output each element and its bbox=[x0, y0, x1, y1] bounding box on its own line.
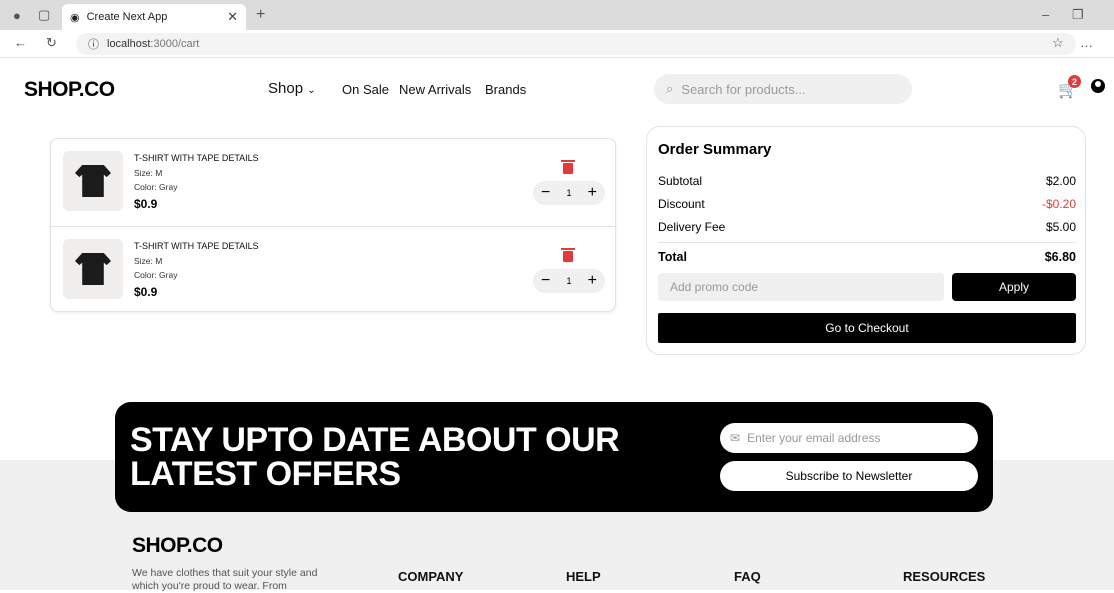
footer-heading-resources: RESOURCES bbox=[903, 569, 986, 584]
checkout-button[interactable]: Go to Checkout bbox=[658, 313, 1076, 343]
footer-heading-help: HELP bbox=[566, 569, 601, 584]
tab-actions-icon[interactable]: ▢ bbox=[38, 7, 50, 23]
url-host: localhost bbox=[107, 38, 151, 50]
quantity-stepper: − 1 + bbox=[533, 269, 605, 293]
decrease-button[interactable]: − bbox=[541, 184, 550, 202]
email-placeholder: Enter your email address bbox=[747, 431, 881, 445]
site-header: SHOP.CO Shop ⌄ On Sale New Arrivals Bran… bbox=[0, 58, 1114, 120]
increase-button[interactable]: + bbox=[588, 184, 597, 202]
nav-on-sale[interactable]: On Sale bbox=[342, 82, 389, 97]
discount-row: Discount -$0.20 bbox=[658, 197, 1076, 211]
info-icon[interactable]: ⓘ bbox=[88, 36, 99, 52]
apply-button[interactable]: Apply bbox=[952, 273, 1076, 301]
browser-toolbar: ← ↻ ⓘ localhost:3000/cart ☆ … bbox=[0, 30, 1114, 58]
decrease-button[interactable]: − bbox=[541, 272, 550, 290]
address-bar[interactable]: ⓘ localhost:3000/cart bbox=[76, 33, 1076, 55]
footer-logo[interactable]: SHOP.CO bbox=[132, 534, 223, 558]
refresh-icon[interactable]: ↻ bbox=[46, 35, 57, 51]
restore-icon[interactable]: ❐ bbox=[1072, 7, 1084, 23]
discount-value: -$0.20 bbox=[1041, 197, 1076, 211]
minimize-icon[interactable]: – bbox=[1042, 7, 1049, 22]
delivery-label: Delivery Fee bbox=[658, 220, 726, 234]
subtotal-value: $2.00 bbox=[1045, 174, 1076, 188]
tab-favicon-icon: ◉ bbox=[70, 11, 80, 24]
discount-label: Discount bbox=[658, 197, 705, 211]
order-summary: Order Summary Subtotal $2.00 Discount -$… bbox=[646, 126, 1086, 355]
total-value: $6.80 bbox=[1044, 250, 1076, 264]
chevron-down-icon: ⌄ bbox=[307, 85, 316, 96]
delivery-row: Delivery Fee $5.00 bbox=[658, 220, 1076, 234]
promo-code-input[interactable]: Add promo code bbox=[658, 273, 944, 301]
favorites-icon[interactable]: ☆ bbox=[1052, 35, 1064, 51]
newsletter-banner: STAY UPTO DATE ABOUT OUR LATEST OFFERS ✉… bbox=[115, 402, 993, 512]
increase-button[interactable]: + bbox=[588, 272, 597, 290]
footer-heading-company: COMPANY bbox=[398, 569, 464, 584]
search-input[interactable]: ⌕ Search for products... bbox=[654, 74, 912, 104]
quantity-value: 1 bbox=[566, 188, 572, 198]
summary-divider bbox=[658, 242, 1076, 243]
search-placeholder: Search for products... bbox=[681, 81, 806, 97]
newsletter-title: STAY UPTO DATE ABOUT OUR LATEST OFFERS bbox=[130, 421, 620, 493]
footer-description: We have clothes that suit your style and… bbox=[132, 567, 318, 592]
product-price: $0.9 bbox=[134, 197, 158, 211]
total-label: Total bbox=[658, 250, 687, 264]
subscribe-button[interactable]: Subscribe to Newsletter bbox=[720, 461, 978, 491]
trash-icon[interactable] bbox=[561, 160, 575, 174]
nav-brands[interactable]: Brands bbox=[485, 82, 526, 97]
cart-count-badge: 2 bbox=[1068, 75, 1081, 88]
subtotal-label: Subtotal bbox=[658, 174, 703, 188]
browser-tab-strip: ● ▢ ◉ Create Next App ✕ + – ❐ bbox=[0, 0, 1114, 30]
more-icon[interactable]: … bbox=[1080, 35, 1093, 50]
trash-icon[interactable] bbox=[561, 248, 575, 262]
product-price: $0.9 bbox=[134, 285, 158, 299]
product-name[interactable]: T-SHIRT WITH TAPE DETAILS bbox=[134, 241, 259, 251]
cart-item: T-SHIRT WITH TAPE DETAILS Size: M Color:… bbox=[51, 139, 617, 226]
new-tab-icon[interactable]: + bbox=[256, 6, 265, 24]
quantity-stepper: − 1 + bbox=[533, 181, 605, 205]
cart-items-list: T-SHIRT WITH TAPE DETAILS Size: M Color:… bbox=[50, 138, 617, 313]
user-account-icon[interactable] bbox=[1091, 79, 1105, 93]
product-image[interactable] bbox=[63, 239, 123, 299]
cart-item: T-SHIRT WITH TAPE DETAILS Size: M Color:… bbox=[51, 226, 617, 313]
search-icon: ⌕ bbox=[666, 81, 674, 96]
product-size: Size: M bbox=[134, 256, 163, 266]
browser-tab[interactable]: ◉ Create Next App ✕ bbox=[62, 4, 246, 30]
tab-title: Create Next App bbox=[86, 11, 168, 23]
product-name[interactable]: T-SHIRT WITH TAPE DETAILS bbox=[134, 153, 259, 163]
back-icon[interactable]: ← bbox=[14, 35, 27, 50]
total-row: Total $6.80 bbox=[658, 250, 1076, 264]
nav-shop[interactable]: Shop ⌄ bbox=[268, 80, 316, 97]
tshirt-icon bbox=[75, 165, 111, 197]
tshirt-icon bbox=[75, 253, 111, 285]
subtotal-row: Subtotal $2.00 bbox=[658, 174, 1076, 188]
order-summary-title: Order Summary bbox=[658, 141, 772, 158]
product-color: Color: Gray bbox=[134, 182, 178, 192]
product-color: Color: Gray bbox=[134, 270, 178, 280]
tab-close-icon[interactable]: ✕ bbox=[227, 9, 238, 25]
profile-icon[interactable]: ● bbox=[13, 8, 21, 23]
url-path: :3000/cart bbox=[150, 38, 200, 50]
product-image[interactable] bbox=[63, 151, 123, 211]
delivery-value: $5.00 bbox=[1045, 220, 1076, 234]
quantity-value: 1 bbox=[566, 276, 572, 286]
mail-icon: ✉ bbox=[730, 431, 741, 445]
footer-heading-faq: FAQ bbox=[734, 569, 761, 584]
site-logo[interactable]: SHOP.CO bbox=[24, 78, 115, 102]
email-field[interactable]: ✉ Enter your email address bbox=[720, 423, 978, 453]
nav-new-arrivals[interactable]: New Arrivals bbox=[399, 82, 471, 97]
product-size: Size: M bbox=[134, 168, 163, 178]
